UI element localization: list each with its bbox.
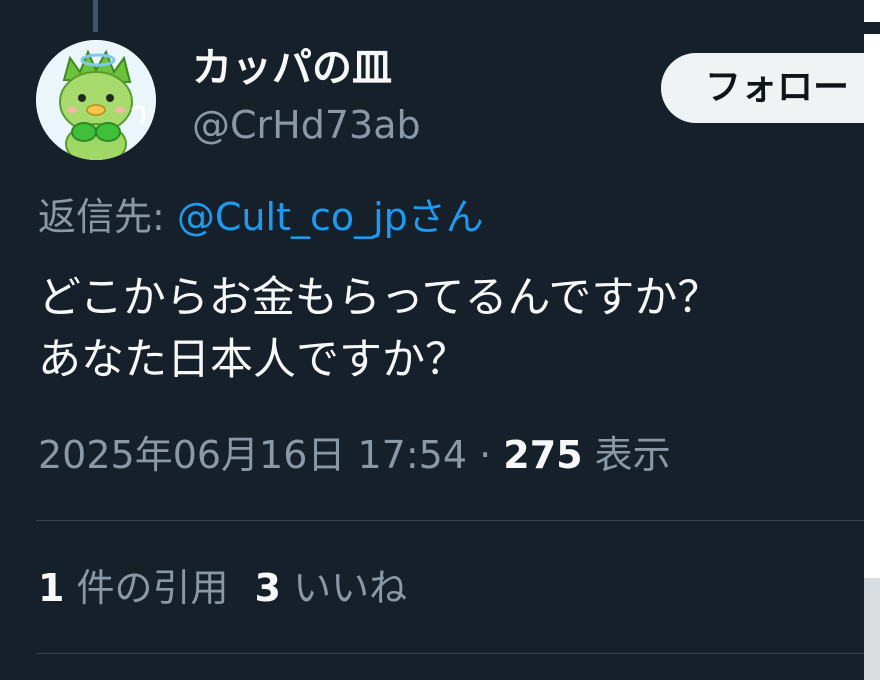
reply-to-prefix: 返信先: — [38, 195, 177, 239]
divider — [36, 653, 866, 654]
meta-separator: · — [467, 433, 504, 477]
tweet-text-line: どこからお金もらってるんですか？ — [38, 273, 721, 323]
right-edge-panel — [864, 0, 880, 680]
views-count: 275 — [503, 433, 583, 477]
quotes-stat[interactable]: 1 件の引用 — [38, 566, 229, 610]
tweet-meta: 2025年06月16日 17:54 · 275 表示 — [38, 431, 671, 479]
edge-strip — [864, 578, 880, 680]
quotes-label: 件の引用 — [64, 566, 229, 610]
reply-to-mention-link[interactable]: @Cult_co_jpさん — [177, 195, 484, 239]
tweet-text: どこからお金もらってるんですか？ あなた日本人ですか？ — [38, 267, 880, 391]
edge-strip — [864, 34, 880, 578]
kappa-avatar-icon — [36, 40, 156, 160]
tweet-text-line: あなた日本人ですか？ — [38, 335, 468, 385]
divider — [36, 520, 866, 521]
reply-to-line: 返信先: @Cult_co_jpさん — [38, 193, 484, 241]
author-avatar[interactable] — [36, 40, 156, 160]
author-display-name[interactable]: カッパの皿 — [192, 44, 392, 92]
likes-count: 3 — [254, 566, 281, 610]
tweet-timestamp[interactable]: 2025年06月16日 17:54 — [38, 433, 467, 477]
likes-stat[interactable]: 3 いいね — [255, 566, 408, 610]
quotes-count: 1 — [38, 566, 65, 610]
follow-button[interactable]: フォロー — [661, 53, 880, 123]
author-handle[interactable]: @CrHd73ab — [192, 102, 421, 148]
thread-connector-line — [93, 0, 98, 32]
likes-label: いいね — [281, 566, 408, 610]
tweet-detail-screen: カッパの皿 @CrHd73ab フォロー 返信先: @Cult_co_jpさん … — [0, 0, 880, 680]
views-label: 表示 — [582, 433, 671, 477]
edge-strip — [864, 0, 880, 22]
engagement-stats: 1 件の引用 3 いいね — [38, 564, 407, 612]
